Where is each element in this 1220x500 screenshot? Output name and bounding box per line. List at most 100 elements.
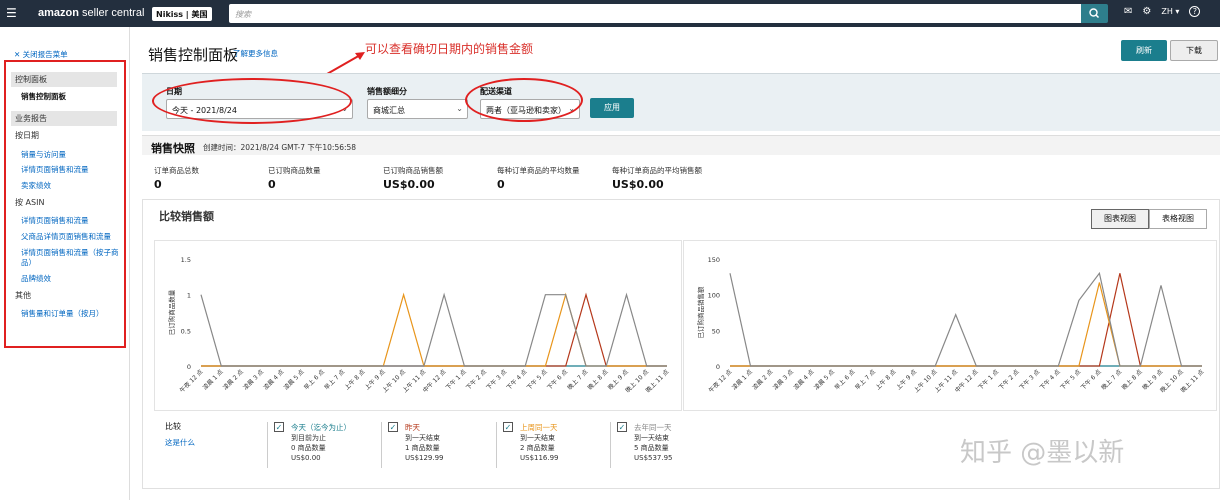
y-tick-label: 100 [708,292,720,300]
x-tick-label: 午夜 12 点 [707,368,733,394]
what-is-this-link[interactable]: 这是什么 [165,437,195,448]
refresh-button[interactable]: 刷新 [1121,40,1167,61]
search-input[interactable]: 搜索 [229,4,1081,23]
annotation-ellipse-channel [465,78,583,122]
legend-title: 昨天 [405,423,420,432]
metric-avg-units-per-item: 每种订单商品的平均数量 0 [497,165,580,191]
legend-line: 到目前为止 [291,434,326,442]
sales-amount-chart: 0 50 100 150 已订购商品销售额 午夜 12 点凌晨 1 点凌晨 2 点凌晨 3… [683,240,1217,411]
table-view-button[interactable]: 表格视图 [1149,209,1207,229]
units-ordered-chart-svg: 0 0.5 1 1.5 已订购商品数量午夜 12 点凌晨 1 点凌晨 2 点凌晨 3 点… [167,256,670,394]
x-tick-label: 下午 2 点 [464,368,488,392]
mail-icon[interactable]: ✉ [1124,6,1132,17]
metric-total-order-items: 订单商品总数 0 [154,165,199,191]
metric-ordered-product-sales: 已订购商品销售额 US$0.00 [383,165,443,191]
legend-divider [267,422,268,468]
series-line [730,273,1202,367]
legend-divider [610,422,611,468]
legend-divider [496,422,497,468]
x-tick-label: 下午 4 点 [1038,368,1062,392]
snapshot-title: 销售快照 [151,142,195,155]
sales-snapshot-header: 销售快照 创建时间：2021/8/24 GMT-7 下午10:56:58 [142,135,1220,155]
x-tick-label: 上午 8 点 [343,368,367,392]
metric-label: 已订购商品数量 [268,166,321,175]
x-tick-label: 凌晨 3 点 [241,368,265,392]
metric-value: US$0.00 [383,178,435,191]
legend-line: 到一天结束 [405,434,440,442]
gear-icon[interactable]: ⚙ [1142,6,1151,17]
x-tick-label: 下午 3 点 [1017,368,1041,392]
y-tick-label: 0 [716,363,720,371]
compare-sales-title: 比较销售额 [159,210,214,223]
help-icon[interactable]: ? [1189,6,1201,17]
close-report-menu-link[interactable]: ✕ 关闭报告菜单 [14,49,68,60]
legend-line: 到一天结束 [520,434,555,442]
search-button[interactable] [1081,4,1108,23]
annotation-text: 可以查看确切日期内的销售金额 [365,42,534,56]
page-title: 销售控制面板 [148,46,239,64]
series-line [200,292,667,367]
breakdown-select[interactable]: 商城汇总 ⌄ [367,99,468,119]
apply-button[interactable]: 应用 [590,98,634,118]
x-tick-label: 凌晨 1 点 [730,368,754,392]
legend-checkbox[interactable]: ✓ [388,422,398,432]
metric-avg-sales-per-item: 每种订单商品的平均销售额 US$0.00 [612,165,702,191]
y-tick-label: 50 [712,327,720,335]
metric-label: 每种订单商品的平均销售额 [612,166,702,175]
metric-label: 已订购商品销售额 [383,166,443,175]
x-tick-label: 下午 3 点 [485,368,509,392]
x-tick-label: 凌晨 4 点 [792,368,816,392]
x-tick-label: 早上 7 点 [853,368,877,392]
search-icon [1089,8,1100,19]
x-tick-label: 晚上 7 点 [566,368,590,392]
series-line [729,271,1202,367]
legend-divider [381,422,382,468]
legend-title: 去年同一天 [634,423,672,432]
x-tick-label: 午夜 12 点 [178,368,204,394]
legend-details: 到一天结束 5 商品数量 US$537.95 [634,433,673,463]
annotation-highlight-box [4,60,126,348]
x-tick-label: 凌晨 2 点 [221,368,245,392]
legend-title: 今天（迄今为止） [291,423,351,432]
topbar-icons: ✉ ⚙ ZH ▾ ? [1124,6,1201,17]
download-button[interactable]: 下载 [1170,40,1218,61]
seller-central-logo[interactable]: amazon seller central [38,7,144,19]
x-tick-label: 凌晨 1 点 [201,368,225,392]
x-tick-label: 凌晨 4 点 [262,368,286,392]
metric-value: 0 [268,178,276,191]
x-tick-label: 凌晨 2 点 [751,368,775,392]
marketplace-switcher[interactable]: Nikiss | 美国 [152,7,212,21]
learn-more-link[interactable]: 了解更多信息 [233,48,278,59]
x-tick-label: 晚上 8 点 [1120,368,1144,392]
chart-view-button[interactable]: 图表视图 [1091,209,1149,229]
y-tick-label: 0 [187,363,191,371]
legend-line: 5 商品数量 [634,444,669,452]
top-navigation-bar: ☰ amazon seller central Nikiss | 美国 搜索 ✉… [0,0,1220,27]
legend-line: US$116.99 [520,454,559,462]
legend-line: US$129.99 [405,454,444,462]
annotation-ellipse-date [152,78,352,124]
legend-checkbox[interactable]: ✓ [503,422,513,432]
legend-line: 2 商品数量 [520,444,555,452]
compare-label: 比较 [165,422,181,431]
x-tick-label: 早上 7 点 [322,368,346,392]
hamburger-menu-icon[interactable]: ☰ [6,6,18,20]
units-ordered-chart: 0 0.5 1 1.5 已订购商品数量 午夜 12 点凌晨 1 点凌晨 2 点凌晨 3 点… [154,240,682,411]
metric-label: 订单商品总数 [154,166,199,175]
x-tick-label: 下午 1 点 [444,368,468,392]
legend-checkbox[interactable]: ✓ [617,422,627,432]
metric-units-ordered: 已订购商品数量 0 [268,165,321,191]
y-tick-label: 1.5 [181,256,191,264]
x-tick-label: 上午 8 点 [874,368,898,392]
x-tick-label: 凌晨 5 点 [812,368,836,392]
legend-line: US$537.95 [634,454,673,462]
y-tick-label: 0.5 [181,327,191,335]
x-tick-label: 下午 4 点 [505,368,529,392]
chevron-down-icon: ⌄ [456,104,463,113]
language-selector[interactable]: ZH ▾ [1161,7,1179,16]
breakdown-filter-label: 销售额细分 [367,87,407,96]
y-axis-label: 已订购商品销售额 [696,286,705,339]
x-tick-label: 下午 5 点 [525,368,549,392]
legend-checkbox[interactable]: ✓ [274,422,284,432]
x-tick-label: 下午 6 点 [1079,368,1103,392]
